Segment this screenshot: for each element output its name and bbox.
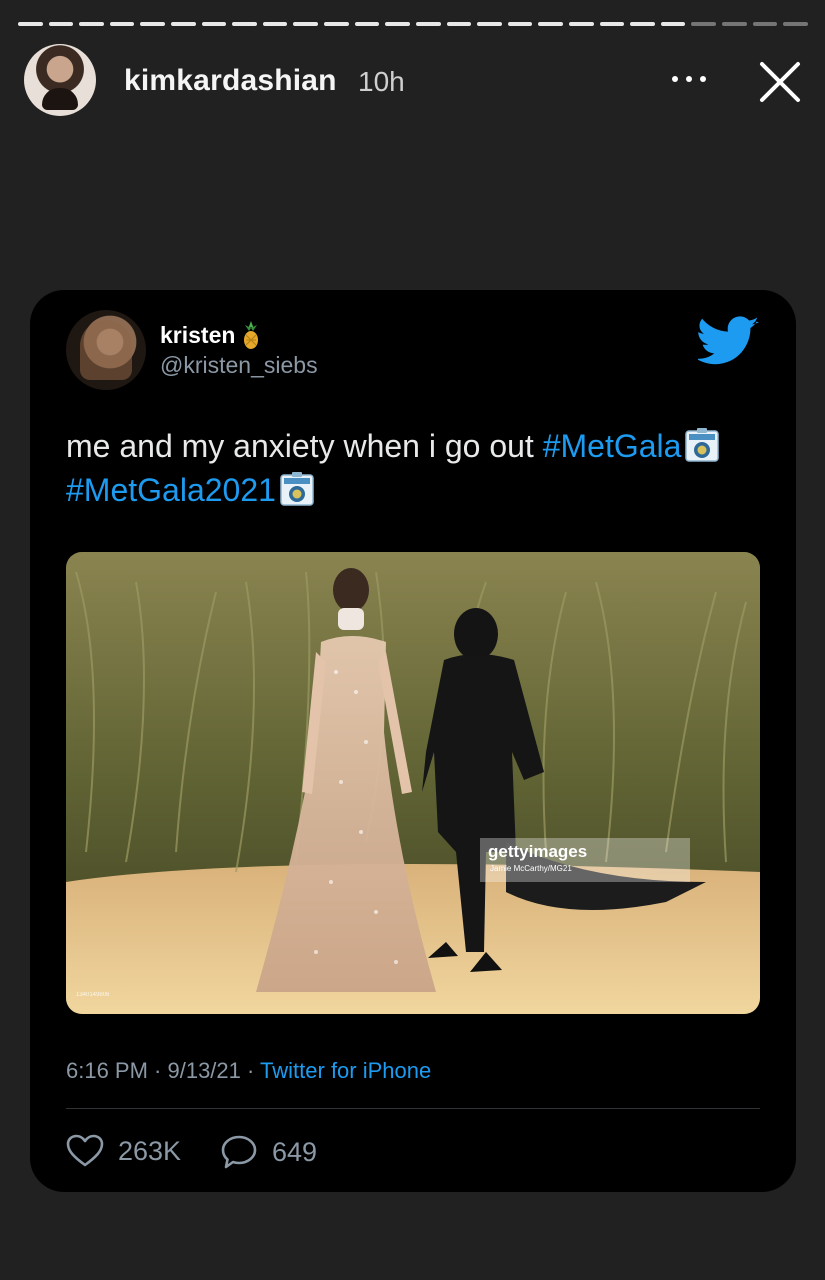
tweet-avatar bbox=[66, 310, 146, 390]
hashtag-metgala2021[interactable]: #MetGala2021 bbox=[66, 472, 276, 508]
story-progress-segment bbox=[660, 22, 686, 26]
story-time: 10h bbox=[358, 66, 405, 97]
story-progress-segment bbox=[568, 22, 594, 26]
getty-credit: Jamie McCarthy/MG21 bbox=[490, 864, 572, 873]
story-progress-segment bbox=[385, 22, 410, 26]
story-progress-segment bbox=[293, 22, 319, 26]
like-count: 263K bbox=[118, 1135, 182, 1166]
tweet-display-name: kristen bbox=[160, 322, 236, 348]
story-progress-segment bbox=[18, 22, 43, 26]
story-progress-segment bbox=[48, 22, 74, 26]
story-progress-segment bbox=[171, 22, 196, 26]
tweet-handle: @kristen_siebs bbox=[160, 352, 318, 378]
story-progress-segment bbox=[691, 22, 717, 26]
story-progress-segment bbox=[201, 22, 227, 26]
reply-count: 649 bbox=[272, 1136, 318, 1167]
story-progress-segment bbox=[415, 22, 441, 26]
story-progress-segment bbox=[446, 22, 472, 26]
story-viewer: kimkardashian 10h kristen @kristen_siebs… bbox=[0, 0, 825, 1280]
story-header: kimkardashian 10h bbox=[24, 44, 814, 118]
divider bbox=[66, 1108, 760, 1109]
tweet-text: me and my anxiety when i go out #MetGala… bbox=[66, 424, 766, 512]
story-progress-segment bbox=[507, 22, 533, 26]
story-progress-segment bbox=[140, 22, 166, 26]
story-progress-segment bbox=[262, 22, 288, 26]
story-progress-segment bbox=[752, 22, 778, 26]
pineapple-icon bbox=[244, 321, 258, 349]
story-progress-segment bbox=[630, 22, 655, 26]
story-progress-segment bbox=[232, 22, 257, 26]
story-progress-segment bbox=[538, 22, 563, 26]
story-progress-segment bbox=[324, 22, 349, 26]
met-gala-camera-icon bbox=[280, 472, 314, 506]
tweet-source[interactable]: Twitter for iPhone bbox=[260, 1058, 431, 1083]
story-progress-bar bbox=[18, 22, 808, 26]
tweet-body: me and my anxiety when i go out bbox=[66, 428, 543, 464]
heart-icon bbox=[66, 1134, 104, 1167]
getty-watermark: gettyimages Jamie McCarthy/MG21 bbox=[480, 838, 690, 882]
story-progress-segment bbox=[599, 22, 625, 26]
tweet-timestamp: 6:16 PM · 9/13/21 · bbox=[66, 1058, 261, 1083]
like-button[interactable]: 263K bbox=[66, 1134, 181, 1168]
tweet-meta: 6:16 PM · 9/13/21 · Twitter for iPhone bbox=[66, 1058, 431, 1084]
reply-button[interactable]: 649 bbox=[220, 1134, 317, 1170]
tweet-photo[interactable]: gettyimages Jamie McCarthy/MG21 13401498… bbox=[66, 552, 760, 1014]
getty-logo-text: gettyimages bbox=[488, 842, 588, 861]
hashtag-metgala[interactable]: #MetGala bbox=[543, 428, 682, 464]
close-icon[interactable] bbox=[756, 58, 804, 106]
story-progress-segment bbox=[109, 22, 135, 26]
story-progress-segment bbox=[79, 22, 104, 26]
tweet-screenshot: kristen @kristen_siebs me and my anxiety… bbox=[30, 290, 796, 1192]
red-carpet-photo bbox=[66, 552, 760, 1014]
more-options-icon[interactable] bbox=[672, 76, 706, 82]
twitter-bird-icon bbox=[698, 316, 759, 365]
comment-icon bbox=[221, 1135, 257, 1169]
story-progress-segment bbox=[354, 22, 380, 26]
story-progress-segment bbox=[783, 22, 808, 26]
met-gala-camera-icon bbox=[685, 428, 720, 462]
story-progress-segment bbox=[722, 22, 747, 26]
story-username[interactable]: kimkardashian bbox=[124, 64, 337, 98]
image-id: 1340149806 bbox=[76, 992, 110, 998]
avatar[interactable] bbox=[24, 44, 96, 116]
story-progress-segment bbox=[477, 22, 502, 26]
